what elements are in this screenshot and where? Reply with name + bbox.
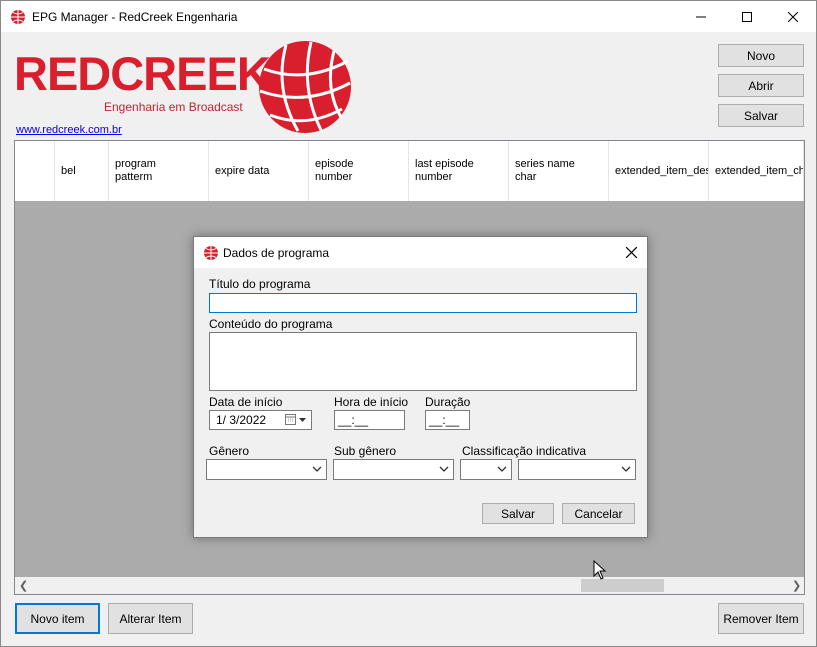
alterar-item-button[interactable]: Alterar Item (108, 603, 193, 634)
column-header[interactable]: last episode number (409, 141, 509, 201)
scroll-left-icon[interactable]: ❮ (19, 579, 28, 592)
duracao-label: Duração (425, 395, 471, 409)
app-globe-icon (11, 10, 25, 24)
column-header[interactable]: series name char (509, 141, 609, 201)
sub-genero-select[interactable] (333, 459, 454, 480)
dialog-close-button[interactable] (617, 239, 645, 265)
column-header[interactable]: expire data (209, 141, 309, 201)
main-window: EPG Manager - RedCreek Engenharia REDCRE… (0, 0, 817, 647)
hora-inicio-label: Hora de início (334, 395, 409, 409)
logo-tagline: Engenharia em Broadcast (104, 100, 243, 114)
minimize-button[interactable] (678, 1, 724, 32)
dialog-salvar-button[interactable]: Salvar (482, 503, 554, 524)
dialog-cancelar-button[interactable]: Cancelar (562, 503, 635, 524)
salvar-button[interactable]: Salvar (718, 104, 804, 127)
data-inicio-value: 1/ 3/2022 (216, 413, 267, 427)
scroll-right-icon[interactable]: ❯ (792, 579, 801, 592)
logo-globe-icon (259, 41, 351, 133)
hora-inicio-input[interactable]: __:__ (334, 410, 405, 430)
column-header[interactable]: extended_item_cha (709, 141, 804, 201)
chevron-down-icon (497, 466, 507, 472)
horizontal-scrollbar[interactable]: ❮ ❯ (15, 577, 804, 594)
maximize-icon (742, 11, 752, 22)
novo-button[interactable]: Novo (718, 44, 804, 67)
classificacao-select[interactable] (460, 459, 512, 480)
titulo-input[interactable] (209, 293, 637, 313)
data-inicio-picker[interactable]: 1/ 3/2022 (209, 410, 312, 430)
dialog-title-bar: Dados de programa (194, 237, 647, 268)
grid-header: bel program patterm expire data episode … (15, 141, 804, 201)
classificacao-label: Classificação indicativa (462, 444, 587, 458)
novo-item-button[interactable]: Novo item (15, 603, 100, 634)
classificacao-descricao-select[interactable] (518, 459, 636, 480)
duracao-input[interactable]: __:__ (425, 410, 470, 430)
title-bar: EPG Manager - RedCreek Engenharia (1, 1, 816, 32)
column-header[interactable]: program patterm (109, 141, 209, 201)
dialog-globe-icon (204, 246, 218, 260)
chevron-down-icon (439, 466, 449, 472)
column-header[interactable]: bel (55, 141, 109, 201)
close-button[interactable] (770, 1, 816, 32)
sub-genero-label: Sub gênero (334, 444, 397, 458)
remover-item-button[interactable]: Remover Item (718, 603, 804, 634)
genero-select[interactable] (206, 459, 327, 480)
minimize-icon (696, 16, 706, 17)
close-icon (788, 11, 798, 22)
website-link[interactable]: www.redcreek.com.br (16, 124, 122, 136)
titulo-label: Título do programa (209, 277, 311, 291)
dados-de-programa-dialog: Dados de programa Título do programa Con… (193, 236, 648, 538)
calendar-icon[interactable] (285, 414, 307, 426)
mouse-cursor-icon (593, 560, 607, 580)
redcreek-logo: REDCREEK Engenharia em Broadcast (14, 39, 354, 135)
chevron-down-icon (621, 466, 631, 472)
scrollbar-thumb[interactable] (581, 579, 664, 592)
conteudo-label: Conteúdo do programa (209, 317, 333, 331)
column-header[interactable]: extended_item_des (609, 141, 709, 201)
genero-label: Gênero (209, 444, 250, 458)
maximize-button[interactable] (724, 1, 770, 32)
column-header[interactable]: episode number (309, 141, 409, 201)
conteudo-textarea[interactable] (209, 332, 637, 391)
dialog-title: Dados de programa (223, 246, 330, 260)
close-icon (625, 246, 637, 258)
abrir-button[interactable]: Abrir (718, 74, 804, 97)
data-inicio-label: Data de início (209, 395, 283, 409)
chevron-down-icon (312, 466, 322, 472)
logo-text: REDCREEK (14, 47, 271, 100)
row-header-corner (15, 141, 55, 201)
window-title: EPG Manager - RedCreek Engenharia (32, 10, 238, 24)
